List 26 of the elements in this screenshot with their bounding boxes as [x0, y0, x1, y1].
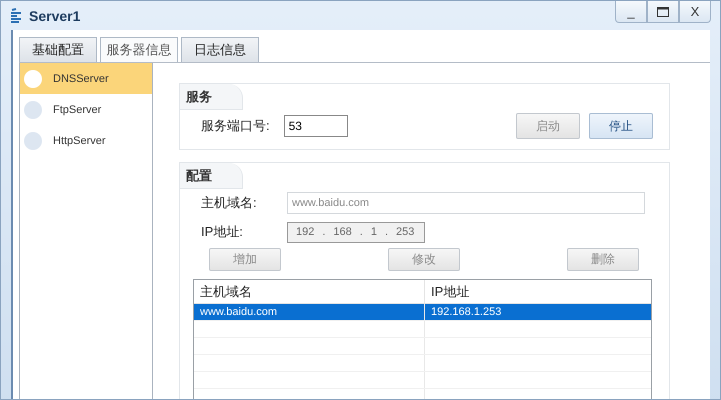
group-title: 配置	[180, 163, 243, 189]
window-title: Server1	[29, 8, 80, 24]
ip-label: IP地址:	[201, 223, 244, 241]
port-field[interactable]: 53	[284, 115, 348, 137]
column-header: 主机域名	[199, 282, 253, 300]
circle-icon	[24, 70, 42, 88]
close-button[interactable]: X	[679, 1, 711, 23]
table-row[interactable]: www.baidu.com 192.168.1.253	[194, 304, 651, 321]
port-label: 服务端口号:	[201, 117, 270, 135]
maximize-icon	[657, 6, 669, 16]
server-list-item[interactable]: DNSServer	[20, 63, 152, 94]
maximize-button[interactable]	[647, 1, 679, 23]
minimize-button[interactable]: _	[615, 1, 647, 23]
host-field[interactable]: www.baidu.com	[287, 192, 645, 214]
service-button[interactable]: 停止	[589, 113, 653, 139]
circle-icon	[24, 132, 42, 150]
circle-icon	[24, 100, 42, 118]
tab[interactable]: 服务器信息	[100, 37, 178, 62]
group-title: 服务	[180, 84, 243, 110]
server-list-item[interactable]: FtpServer	[20, 94, 152, 125]
server-list-item[interactable]: HttpServer	[20, 125, 152, 156]
host-label: 主机域名:	[201, 194, 258, 212]
ip-field[interactable]: 192 . 168 . 1 . 253	[287, 222, 425, 242]
tab[interactable]: 基础配置	[19, 37, 97, 62]
column-header: IP地址	[424, 280, 470, 303]
tab[interactable]: 日志信息	[181, 37, 259, 62]
